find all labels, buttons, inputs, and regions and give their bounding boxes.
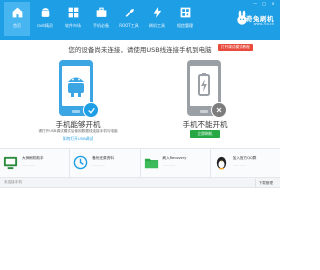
panel-title: 刷入Recovery — [162, 156, 187, 160]
nav-root-tools-label: ROOT工具 — [119, 23, 139, 28]
qr-code-icon — [180, 7, 190, 18]
grid-icon — [68, 7, 78, 18]
nav-essentials-label: 手机必备 — [93, 23, 109, 28]
folder-icon — [144, 158, 158, 169]
cross-icon — [216, 107, 222, 113]
connection-status: 未连接手机 — [4, 180, 22, 184]
panel-subtitle: …… …… — [232, 163, 246, 167]
nav-flash-tools-label: 刷机工具 — [149, 23, 165, 28]
battery-flash-icon — [198, 73, 210, 96]
phone-home-button — [72, 110, 80, 113]
penguin-icon — [216, 156, 226, 170]
wrench-icon — [125, 9, 134, 17]
cross-badge — [211, 102, 227, 118]
brand-url: www.7to.cn — [253, 22, 274, 26]
nav-home[interactable]: 首页 — [4, 2, 30, 36]
panel-flash-assistant[interactable]: 大师刷机助手 …… …… — [0, 149, 71, 177]
window-controls: — □ × — [252, 2, 276, 6]
flash-icon — [153, 7, 161, 18]
nav-sms[interactable]: 短信管理 — [172, 2, 198, 36]
phone-on-description: 请打开USB调试模式后使用数据线连接手机与电脑 — [38, 129, 118, 133]
connection-panel: 您的设备尚未连接，请使用USB线连接手机到电脑 打开调试模式教程 手机能够开机 … — [0, 40, 280, 148]
nav-root-genie-label: root精灵 — [36, 23, 54, 28]
toolbox-icon — [96, 7, 106, 17]
backup-icon — [73, 155, 88, 170]
panel-title: 加入官方QQ群 — [232, 156, 257, 160]
panel-backup-restore[interactable]: 备份还原资料 …… …… — [70, 149, 141, 177]
nav-sms-label: 短信管理 — [177, 23, 193, 28]
status-bar: 未连接手机 下载管理 — [0, 178, 280, 188]
usb-debug-help-link[interactable]: 如何打开USB调试 — [40, 136, 116, 142]
panel-subtitle: …… …… — [92, 163, 106, 167]
empty-area — [0, 189, 280, 270]
panel-recovery[interactable]: 刷入Recovery …… …… — [141, 149, 211, 177]
nav-root-tools[interactable]: ROOT工具 — [116, 2, 142, 36]
panel-title: 大师刷机助手 — [22, 156, 44, 160]
phone-home-button — [200, 110, 208, 113]
check-badge — [83, 102, 99, 118]
android-robot-icon — [68, 77, 84, 97]
android-icon — [41, 8, 49, 17]
maximize-button[interactable]: □ — [261, 2, 267, 6]
home-icon — [12, 7, 22, 18]
nav-app-market-label: 软件市场 — [65, 23, 81, 28]
download-manager-button[interactable]: 下载管理 — [254, 179, 276, 187]
nav-home-label: 首页 — [13, 23, 21, 28]
nav-flash-tools[interactable]: 刷机工具 — [144, 2, 170, 36]
panel-qq-group[interactable]: 加入官方QQ群 …… …… — [211, 149, 280, 177]
debug-tutorial-button[interactable]: 打开调试模式教程 — [218, 44, 253, 51]
nav-essentials[interactable]: 手机必备 — [88, 2, 114, 36]
close-button[interactable]: × — [270, 2, 276, 6]
minimize-button[interactable]: — — [252, 2, 258, 6]
panel-subtitle: …… …… — [22, 163, 35, 167]
phone-off-title: 手机不能开机 — [182, 120, 228, 129]
flash-assistant-icon — [3, 156, 18, 170]
nav-app-market[interactable]: 软件市场 — [60, 2, 86, 36]
flash-now-button[interactable]: 立即刷机 — [190, 130, 220, 138]
panel-title: 备份还原资料 — [92, 156, 114, 160]
check-icon — [87, 107, 95, 114]
panel-subtitle: …… …… — [162, 163, 176, 167]
quick-tools: 大师刷机助手 …… …… 备份还原资料 …… …… 刷入Recovery …… … — [0, 148, 280, 178]
nav-root-genie[interactable]: root精灵 — [32, 2, 58, 36]
top-toolbar: 首页 root精灵 软件市场 手机必备 ROOT工具 刷机工具 短信管理 — □… — [0, 0, 280, 40]
